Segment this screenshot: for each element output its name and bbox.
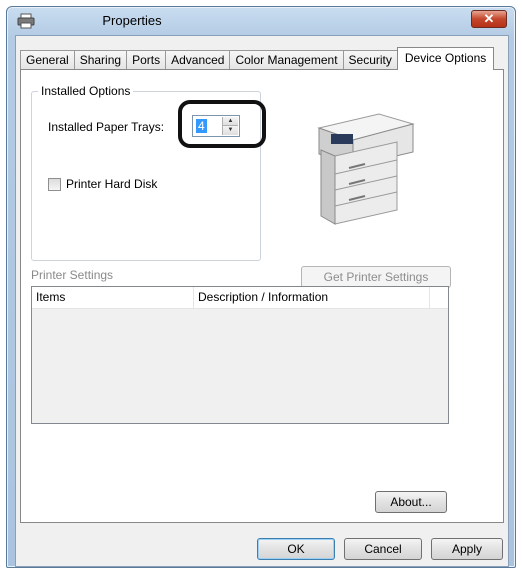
tab-general[interactable]: General	[20, 50, 74, 70]
installed-options-group: Installed Options Installed Paper Trays:…	[31, 84, 266, 261]
device-options-panel: Installed Options Installed Paper Trays:…	[20, 69, 504, 523]
paper-trays-label: Installed Paper Trays:	[48, 120, 165, 134]
column-header-description[interactable]: Description / Information	[194, 287, 430, 309]
ok-button[interactable]: OK	[257, 538, 335, 560]
tab-security[interactable]: Security	[342, 50, 397, 70]
dialog-client-area: General Sharing Ports Advanced Color Man…	[15, 35, 509, 567]
close-button[interactable]: ✕	[471, 10, 507, 28]
window-title: Properties	[102, 13, 162, 28]
tab-device-options[interactable]: Device Options	[396, 47, 495, 70]
installed-options-label: Installed Options	[38, 84, 134, 98]
list-header: Items Description / Information	[32, 287, 448, 309]
printer-hard-disk-option[interactable]: Printer Hard Disk	[48, 177, 157, 191]
printer-settings-list[interactable]: Items Description / Information	[31, 286, 449, 424]
printer-hard-disk-checkbox[interactable]	[48, 177, 61, 191]
annotation-highlight-ring	[178, 100, 266, 148]
cancel-button[interactable]: Cancel	[344, 538, 422, 560]
apply-button[interactable]: Apply	[431, 538, 503, 560]
tab-strip: General Sharing Ports Advanced Color Man…	[20, 47, 495, 70]
printer-illustration	[317, 113, 415, 225]
tab-color-management[interactable]: Color Management	[229, 50, 343, 70]
about-button[interactable]: About...	[375, 491, 447, 513]
printer-settings-label: Printer Settings	[31, 268, 114, 282]
tab-ports[interactable]: Ports	[126, 50, 166, 70]
title-bar[interactable]: Properties ✕	[7, 7, 515, 35]
close-icon: ✕	[483, 11, 495, 26]
tab-advanced[interactable]: Advanced	[165, 50, 230, 70]
tab-sharing[interactable]: Sharing	[73, 50, 127, 70]
column-header-items[interactable]: Items	[32, 287, 194, 309]
printer-hard-disk-label: Printer Hard Disk	[66, 177, 158, 191]
get-printer-settings-button[interactable]: Get Printer Settings	[301, 266, 451, 288]
properties-window: Properties ✕ General Sharing Ports Advan…	[6, 6, 516, 568]
